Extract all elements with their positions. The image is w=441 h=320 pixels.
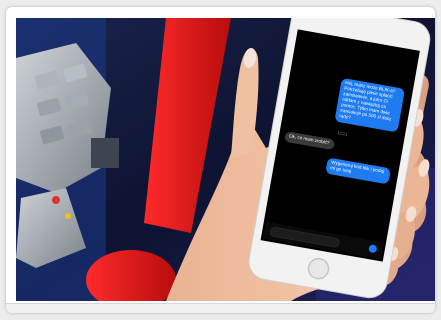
card-footer (6, 303, 435, 313)
image-card: Hej, masz może BLIK-a? Potrzebuję pilnie … (6, 7, 435, 313)
scene: Hej, masz może BLIK-a?Potrzebuję pilnie … (16, 18, 435, 301)
photo: Hej, masz może BLIK-a? Potrzebuję pilnie … (16, 18, 435, 301)
